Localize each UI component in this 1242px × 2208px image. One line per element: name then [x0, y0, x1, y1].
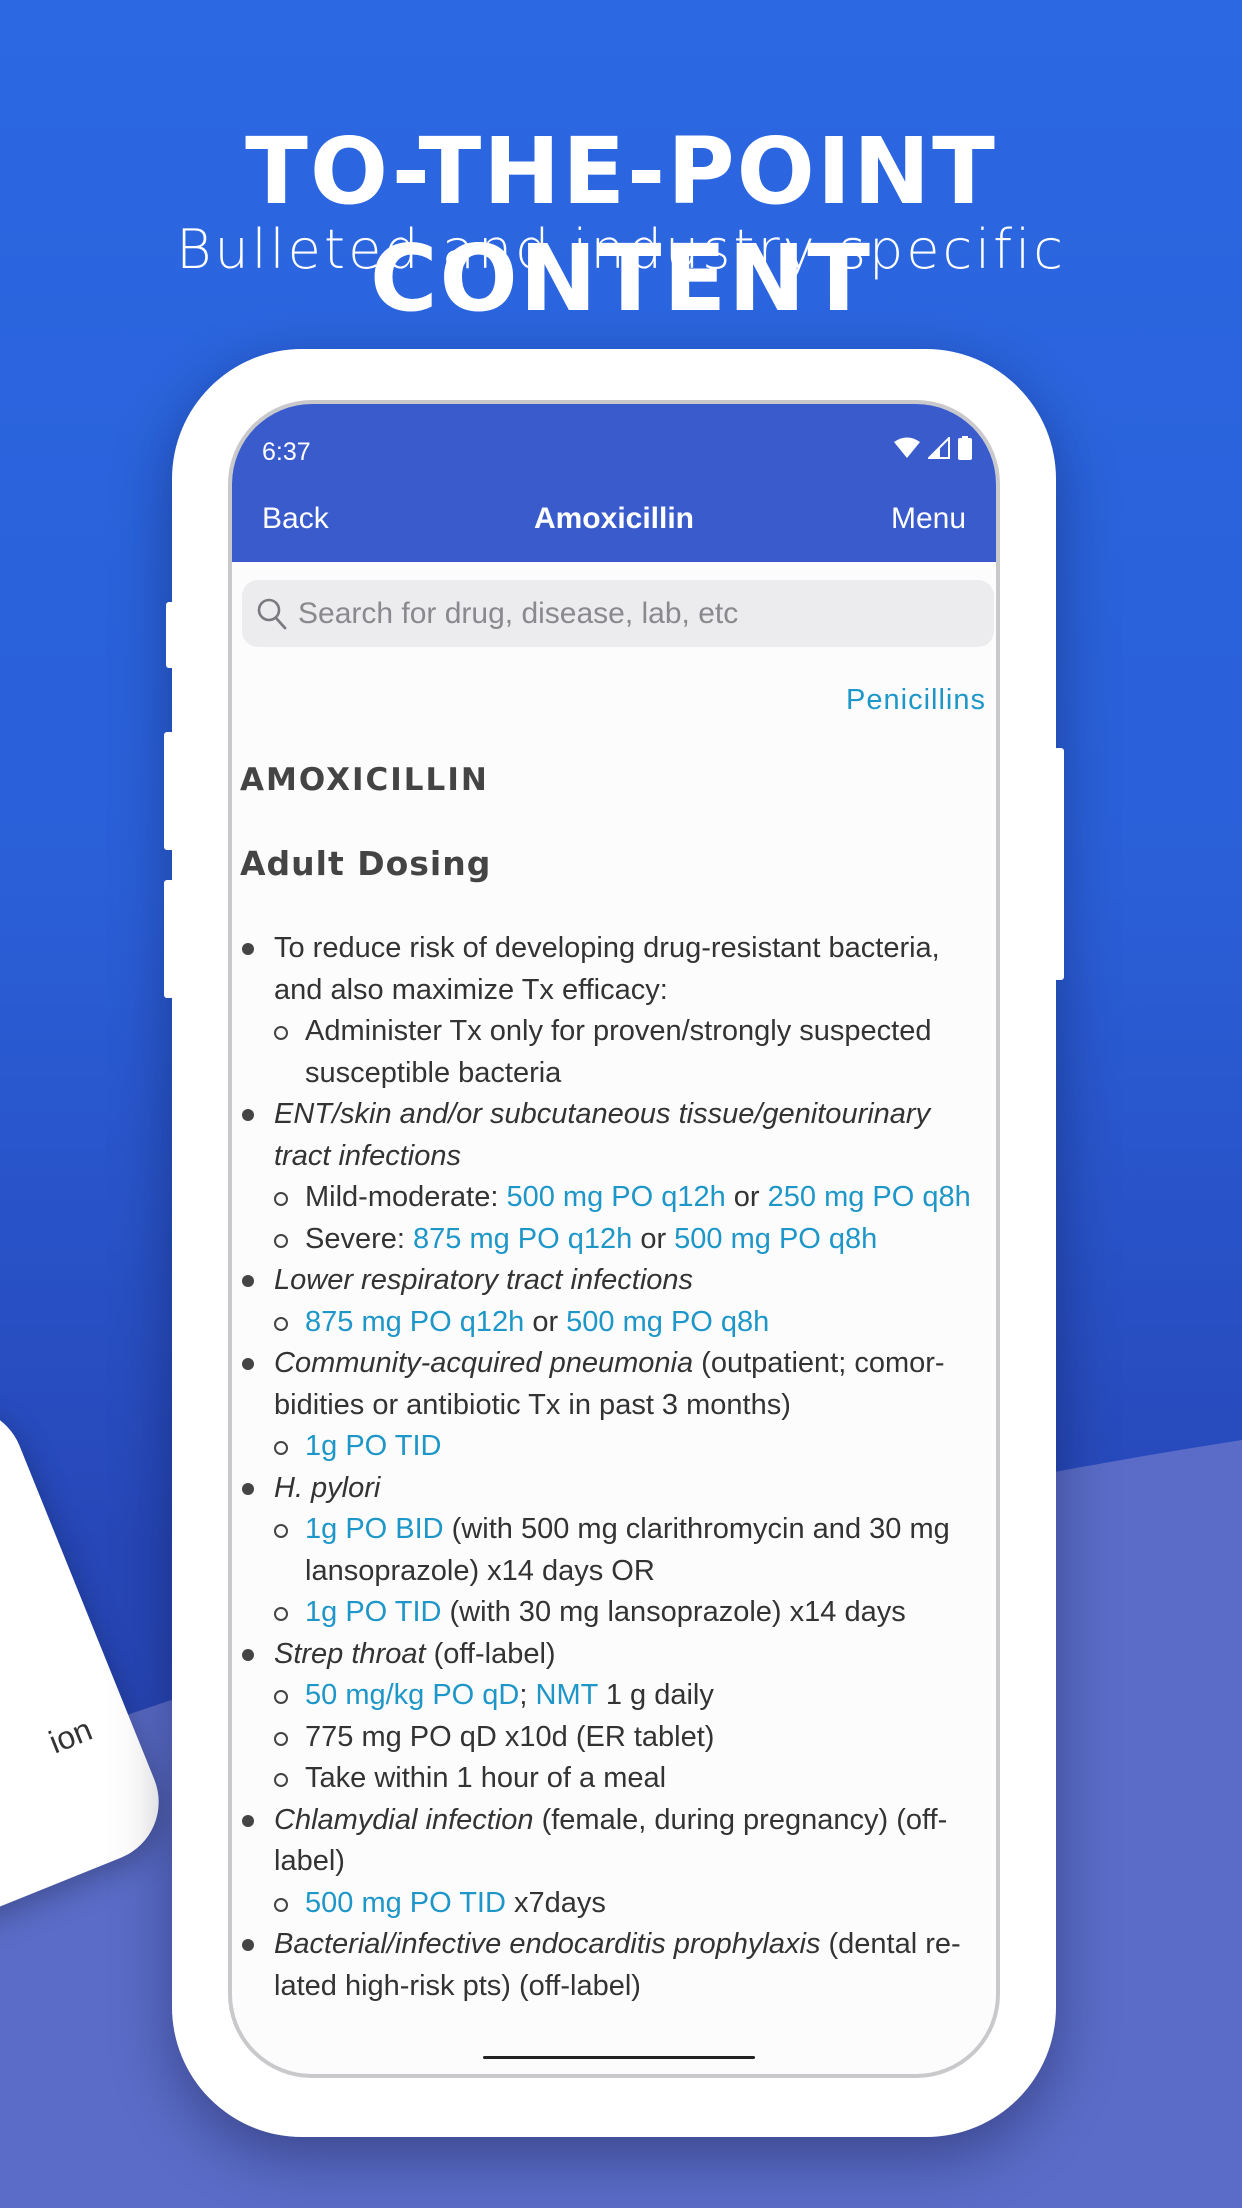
side-device-text: ion: [43, 1711, 98, 1761]
item-text: (with 30 mg lansoprazole) x14 days: [441, 1596, 906, 1628]
item-text: or: [632, 1222, 675, 1255]
item-text: or: [524, 1305, 567, 1338]
list-item: 1g PO TID: [232, 1426, 996, 1468]
home-indicator[interactable]: [483, 2056, 755, 2059]
indication-text: Chlamydial infection: [274, 1803, 534, 1836]
indication-text: Bacterial/infective endocarditis prophyl…: [274, 1928, 821, 1960]
battery-icon: [958, 436, 972, 460]
phone-side-button: [1054, 748, 1064, 980]
dose-link[interactable]: 1g PO TID: [305, 1596, 441, 1628]
list-item: Take within 1 hour of a meal: [232, 1758, 996, 1800]
list-item: Strep throat (off-label): [232, 1634, 996, 1676]
phone-side-button: [164, 880, 174, 998]
list-item: H. pylori: [232, 1468, 996, 1510]
list-item: 1g PO BID (with 500 mg clarithromycin an…: [232, 1509, 996, 1592]
item-text: To reduce risk of developing drug-resist…: [274, 932, 940, 1006]
dose-link[interactable]: 500 mg PO q8h: [674, 1223, 877, 1255]
item-text: Take within 1 hour of a meal: [305, 1762, 667, 1794]
list-item: ENT/skin and/or subcutaneous tissue/geni…: [232, 1094, 996, 1177]
back-button[interactable]: Back: [262, 502, 329, 536]
dose-link[interactable]: 500 mg PO q12h: [506, 1181, 725, 1213]
status-time: 6:37: [262, 438, 311, 466]
search-icon: [257, 598, 287, 629]
dose-link[interactable]: NMT: [536, 1679, 598, 1711]
dose-link[interactable]: 875 mg PO q12h: [413, 1223, 632, 1255]
list-item: 50 mg/kg PO qD; NMT 1 g daily: [232, 1675, 996, 1717]
item-text: x7days: [505, 1886, 606, 1919]
list-item: Mild-moderate: 500 mg PO q12h or 250 mg …: [232, 1177, 996, 1219]
dose-link[interactable]: 500 mg PO TID: [305, 1887, 506, 1919]
app-screen: 6:37 Back Amoxicillin Menu Search for dr…: [228, 400, 1000, 2078]
category-link[interactable]: Penicillins: [846, 684, 986, 717]
list-item: 875 mg PO q12h or 500 mg PO q8h: [232, 1302, 996, 1344]
item-text: Severe:: [305, 1222, 413, 1255]
list-item: 775 mg PO qD x10d (ER tablet): [232, 1717, 996, 1759]
phone-side-button: [166, 602, 176, 668]
list-item: 1g PO TID (with 30 mg lansoprazole) x14 …: [232, 1592, 996, 1634]
dosing-list: To reduce risk of developing drug-resist…: [232, 928, 996, 2032]
signal-icon: [928, 437, 950, 459]
app-header: 6:37 Back Amoxicillin Menu: [232, 404, 996, 562]
item-text: or: [725, 1181, 768, 1213]
item-text: ;: [519, 1679, 536, 1711]
dose-link[interactable]: 50 mg/kg PO qD: [305, 1679, 519, 1711]
item-text: 1 g daily: [597, 1679, 714, 1711]
item-text: Administer Tx only for proven/strongly s…: [305, 1015, 932, 1089]
dose-link[interactable]: 500 mg PO q8h: [566, 1306, 769, 1338]
status-icons: [894, 436, 972, 460]
dose-link[interactable]: 1g PO BID: [305, 1513, 444, 1545]
drug-title: AMOXICILLIN: [240, 762, 489, 798]
list-item: Bacterial/infective endocarditis prophyl…: [232, 1924, 996, 2007]
menu-button[interactable]: Menu: [891, 502, 966, 536]
page-title: Amoxicillin: [533, 502, 695, 535]
dose-link[interactable]: 250 mg PO q8h: [768, 1181, 971, 1213]
search-input[interactable]: Search for drug, disease, lab, etc: [242, 580, 994, 647]
list-item: 500 mg PO TID x7days: [232, 1883, 996, 1925]
item-text: 775 mg PO qD x10d (ER tablet): [305, 1720, 715, 1753]
list-item: Administer Tx only for proven/strongly s…: [232, 1011, 996, 1094]
phone-side-button: [164, 732, 174, 850]
dose-link[interactable]: 1g PO TID: [305, 1430, 441, 1462]
list-item: Lower respiratory tract infections: [232, 1260, 996, 1302]
promo-subline: Bulleted and industry specific: [176, 218, 1066, 281]
indication-text: Lower respiratory tract infections: [274, 1264, 694, 1296]
item-text: (off-label): [425, 1637, 556, 1670]
search-placeholder: Search for drug, disease, lab, etc: [298, 596, 739, 630]
dose-link[interactable]: 875 mg PO q12h: [305, 1306, 524, 1338]
indication-text: Strep throat: [274, 1637, 426, 1670]
wifi-icon: [894, 437, 920, 458]
section-title: Adult Dosing: [240, 844, 492, 883]
indication-text: ENT/skin and/or subcutaneous tissue/geni…: [274, 1098, 931, 1172]
list-item: Community-acquired pneumonia (outpatient…: [232, 1343, 996, 1426]
item-text: Mild-moderate:: [305, 1181, 507, 1213]
list-item: Severe: 875 mg PO q12h or 500 mg PO q8h: [232, 1219, 996, 1261]
indication-text: H. pylori: [274, 1471, 381, 1504]
indication-text: Community-acquired pneumonia: [274, 1347, 694, 1379]
list-item: To reduce risk of developing drug-resist…: [232, 928, 996, 1011]
list-item: Chlamydial infection (female, during pre…: [232, 1800, 996, 1883]
